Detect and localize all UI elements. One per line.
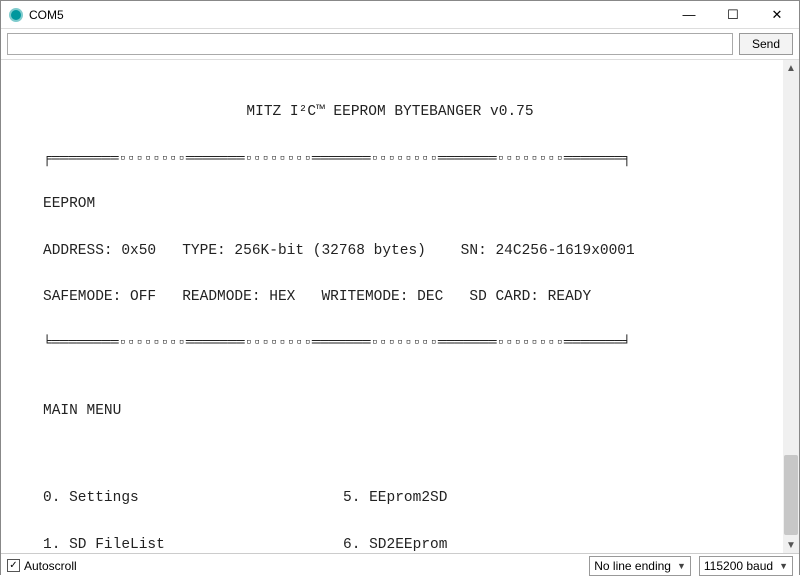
border-top: ╒════════▫▫▫▫▫▫▫▫═══════▫▫▫▫▫▫▫▫═══════▫… [43,148,777,170]
window-title: COM5 [29,8,667,22]
autoscroll-checkbox[interactable]: ✓ Autoscroll [7,559,77,573]
scroll-up-icon[interactable]: ▲ [783,60,799,76]
menu-item: 1. SD FileList [43,534,343,553]
send-button[interactable]: Send [739,33,793,55]
baud-select[interactable]: 115200 baud ▼ [699,556,793,576]
menu-item: 6. SD2EEprom [343,534,643,553]
chevron-down-icon: ▼ [677,561,686,571]
vertical-scrollbar[interactable]: ▲ ▼ [783,60,799,553]
baud-value: 115200 baud [704,559,773,573]
menu-col-left: 0. Settings 1. SD FileList 2. ByteScan 3… [43,464,343,553]
app-title: MITZ I²C™ EEPROM BYTEBANGER v0.75 [43,101,737,124]
scroll-down-icon[interactable]: ▼ [783,537,799,553]
serial-output: MITZ I²C™ EEPROM BYTEBANGER v0.75 ╒═════… [1,60,799,553]
maximize-button[interactable]: ☐ [711,1,755,29]
menu-item: 5. EEprom2SD [343,487,643,510]
minimize-button[interactable]: — [667,1,711,29]
border-bottom: ╘════════▫▫▫▫▫▫▫▫═══════▫▫▫▫▫▫▫▫═══════▫… [43,332,777,354]
serial-input[interactable] [7,33,733,55]
toolbar: Send [1,29,799,59]
line-ending-select[interactable]: No line ending ▼ [589,556,691,576]
scroll-thumb[interactable] [784,455,798,535]
menu-item: 0. Settings [43,487,343,510]
status-line-2: SAFEMODE: OFF READMODE: HEX WRITEMODE: D… [43,286,777,309]
menu-columns: 0. Settings 1. SD FileList 2. ByteScan 3… [43,464,777,553]
menu-col-right: 5. EEprom2SD 6. SD2EEprom 7. SaveSetting… [343,464,643,553]
status-bar: ✓ Autoscroll No line ending ▼ 115200 bau… [1,553,799,577]
chevron-down-icon: ▼ [779,561,788,571]
window-titlebar: COM5 — ☐ ✕ [1,1,799,29]
line-ending-value: No line ending [594,559,671,573]
checkbox-icon: ✓ [7,559,20,572]
close-button[interactable]: ✕ [755,1,799,29]
arduino-icon [9,8,23,22]
menu-title: MAIN MENU [43,400,777,423]
header-label: EEPROM [43,193,777,216]
status-line-1: ADDRESS: 0x50 TYPE: 256K-bit (32768 byte… [43,240,777,263]
terminal-pane: MITZ I²C™ EEPROM BYTEBANGER v0.75 ╒═════… [1,59,799,553]
autoscroll-label: Autoscroll [24,559,77,573]
